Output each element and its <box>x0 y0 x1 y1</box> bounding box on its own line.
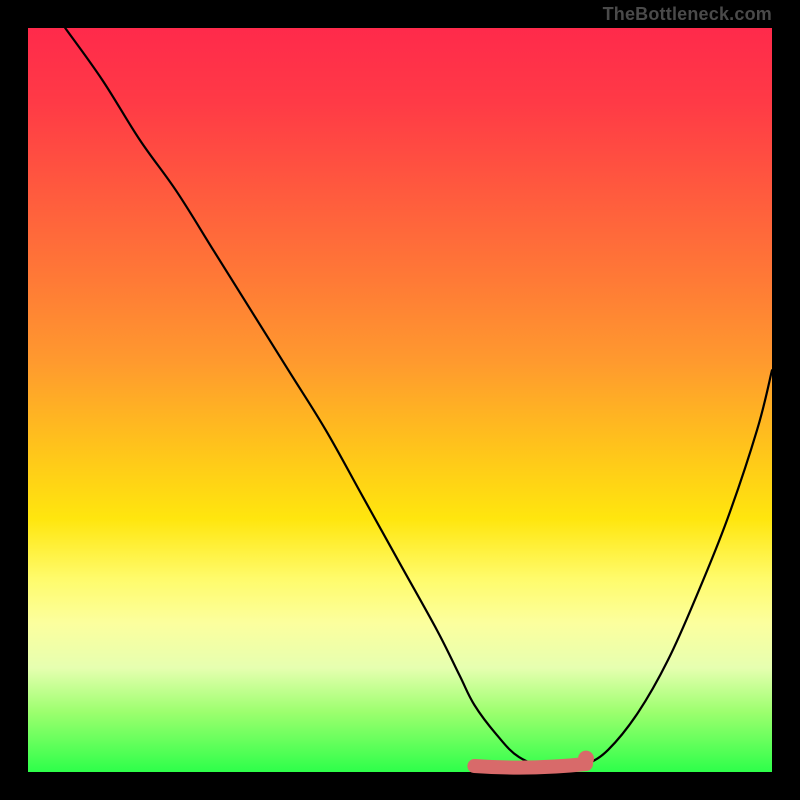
bottleneck-curve <box>65 28 772 769</box>
attribution-text: TheBottleneck.com <box>603 4 772 25</box>
optimal-range-band <box>474 764 586 768</box>
plot-area <box>28 28 772 772</box>
chart-frame: TheBottleneck.com <box>0 0 800 800</box>
curve-svg <box>28 28 772 772</box>
optimal-marker-dot <box>578 751 594 767</box>
